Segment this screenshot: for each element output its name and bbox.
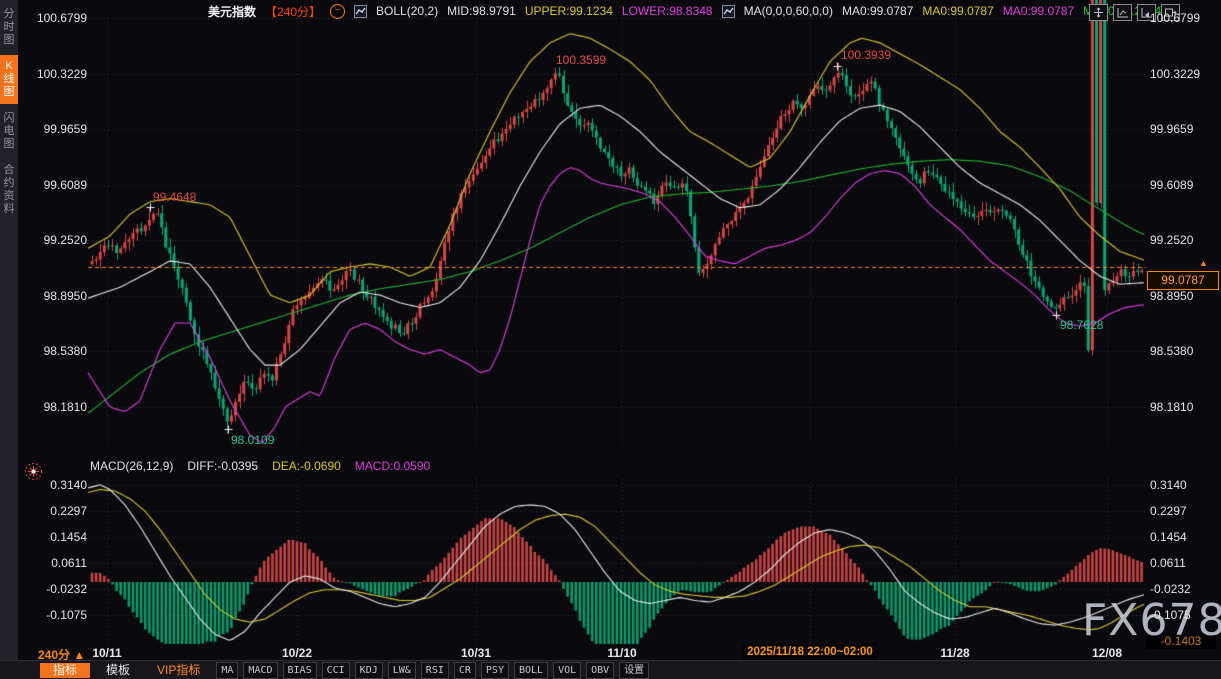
price-annotation: 99.4648 (153, 190, 196, 204)
date-tick-label: 12/08 (1092, 646, 1122, 660)
main-axis-label-left: 99.9659 (35, 122, 87, 136)
toolbar-button-KDJ[interactable]: KDJ (355, 662, 383, 679)
main-axis-label-left: 99.6089 (35, 178, 87, 192)
symbol-name: 美元指数 (208, 3, 256, 20)
current-price-value: 99.0787 (1161, 273, 1204, 287)
boll-lower-value: LOWER:98.8348 (622, 4, 713, 18)
price-annotation: 98.0109 (231, 433, 274, 447)
price-arrow-icon: ▲ (1199, 258, 1208, 268)
ma0-white-value: MA0:99.0787 (842, 4, 913, 18)
toolbar-button-CR[interactable]: CR (454, 662, 476, 679)
macd-dea-value: DEA:-0.0690 (272, 459, 341, 473)
main-axis-label-left: 99.2520 (35, 233, 87, 247)
macd-axis-label-left: -0.0232 (35, 582, 87, 596)
toolbar-button-模板[interactable]: 模板 (95, 663, 141, 678)
main-axis-label-right: 99.9659 (1150, 122, 1193, 136)
toolbar-button-设置[interactable]: 设置 (619, 662, 649, 679)
ma-label: MA(0,0,0,60,0,0) (744, 4, 833, 18)
toolbar-button-指标[interactable]: 指标 (40, 663, 90, 678)
toolbar-button-BIAS[interactable]: BIAS (283, 662, 317, 679)
toolbar-button-LW&[interactable]: LW& (388, 662, 416, 679)
macd-title: MACD(26,12,9) (90, 459, 173, 473)
main-axis-label-right: 98.8950 (1150, 289, 1193, 303)
macd-axis-label-left: -0.1075 (35, 608, 87, 622)
main-axis-label-left: 100.6799 (35, 11, 87, 25)
macd-axis-label-right: 0.0611 (1150, 556, 1186, 570)
date-tick-label: 10/11 (92, 646, 121, 660)
boll-label: BOLL(20,2) (376, 4, 438, 18)
boll-upper-value: UPPER:99.1234 (525, 4, 613, 18)
main-axis-label-right: 98.5380 (1150, 344, 1193, 358)
ma-indicator-icon[interactable] (722, 5, 735, 18)
main-axis-label-left: 100.3229 (35, 67, 87, 81)
collapse-icon[interactable]: − (330, 4, 345, 19)
date-tick-label: 10/22 (282, 646, 312, 660)
macd-axis-label-right: 0.1454 (1150, 530, 1187, 544)
main-axis-label-right: 98.1810 (1150, 400, 1193, 414)
macd-diff-value: DIFF:-0.0395 (187, 459, 258, 473)
main-axis-label-left: 98.1810 (35, 400, 87, 414)
toolbar-button-BOLL[interactable]: BOLL (514, 662, 548, 679)
date-tick-label: 11/28 (940, 646, 969, 660)
boll-mid-value: MID:98.9791 (447, 4, 516, 18)
toolbar-button-PSY[interactable]: PSY (481, 662, 509, 679)
toolbar-button-RSI[interactable]: RSI (421, 662, 449, 679)
x-axis-row: 240分 ▲ 2025/11/18 22:00~02:00 二 10/1110/… (0, 644, 1221, 660)
trading-app-window: 分时图 K线图闪电图合约资料 美元指数 【240分】 − BOLL(20,2) M… (0, 0, 1221, 679)
main-axis-label-right: 100.3229 (1150, 67, 1200, 81)
indicator-header: 美元指数 【240分】 − BOLL(20,2) MID:98.9791 UPP… (208, 3, 1161, 19)
ma0-yellow-value: MA0:99.0787 (922, 4, 993, 18)
macd-macd-value: MACD:0.0590 (355, 459, 430, 473)
sidebar-tab-K线图[interactable]: K线图 (0, 55, 18, 104)
date-tick-label: 11/10 (607, 646, 636, 660)
macd-axis-label-right: -0.0232 (1150, 582, 1191, 596)
main-axis-label-right: 99.2520 (1150, 233, 1193, 247)
price-annotation: 100.3599 (556, 53, 606, 67)
main-axis-label-left: 98.8950 (35, 289, 87, 303)
sidebar-tab-闪电图[interactable]: 闪电图 (0, 107, 18, 156)
macd-axis-label-left: 0.0611 (35, 556, 87, 570)
macd-axis-label-right: -0.1075 (1150, 608, 1191, 622)
indicator-flower-icon[interactable] (24, 462, 43, 481)
toolbar-button-VIP指标[interactable]: VIP指标 (146, 663, 211, 678)
boll-indicator-icon[interactable] (354, 5, 367, 18)
toolbar-button-MACD[interactable]: MACD (243, 662, 277, 679)
period-label[interactable]: 【240分】 (265, 3, 321, 20)
date-tick-label: 10/31 (461, 646, 491, 660)
macd-header: MACD(26,12,9) DIFF:-0.0395 DEA:-0.0690 M… (90, 459, 430, 473)
sidebar: 分时图 K线图闪电图合约资料 (0, 0, 18, 660)
indicator-toolbar: 指标模板 VIP指标 MA MACD BIAS CCI KDJ LW&RSI CR PSY BOLL… (0, 660, 1221, 679)
macd-axis-label-left: 0.2297 (35, 504, 87, 518)
toolbar-button-VOL[interactable]: VOL (553, 662, 581, 679)
ma0-magenta-value: MA0:99.0787 (1003, 4, 1074, 18)
macd-axis-label-left: 0.1454 (35, 530, 87, 544)
highlighted-date-label: 2025/11/18 22:00~02:00 二 (742, 644, 878, 660)
pan-tool-icon[interactable] (1089, 4, 1108, 21)
price-annotation: 98.7628 (1060, 318, 1103, 332)
sidebar-tab-合约资料[interactable]: 合约资料 (0, 159, 18, 221)
sidebar-tab-分时图[interactable]: 分时图 (0, 3, 18, 52)
macd-axis-label-right: 0.3140 (1150, 478, 1187, 492)
main-axis-label-right: 99.6089 (1150, 178, 1193, 192)
main-axis-label-left: 98.5380 (35, 344, 87, 358)
toolbar-button-OBV[interactable]: OBV (586, 662, 614, 679)
toolbar-button-CCI[interactable]: CCI (322, 662, 350, 679)
toolbar-button-MA[interactable]: MA (216, 662, 238, 679)
current-price-tag: 99.0787 (1147, 271, 1219, 290)
chart-canvas[interactable] (0, 0, 1221, 679)
macd-axis-label-right: 0.2297 (1150, 504, 1187, 518)
axis-scale-icon[interactable] (1113, 4, 1132, 21)
price-annotation: 100.3939 (841, 48, 891, 62)
main-axis-label-right: 100.6799 (1150, 11, 1200, 25)
